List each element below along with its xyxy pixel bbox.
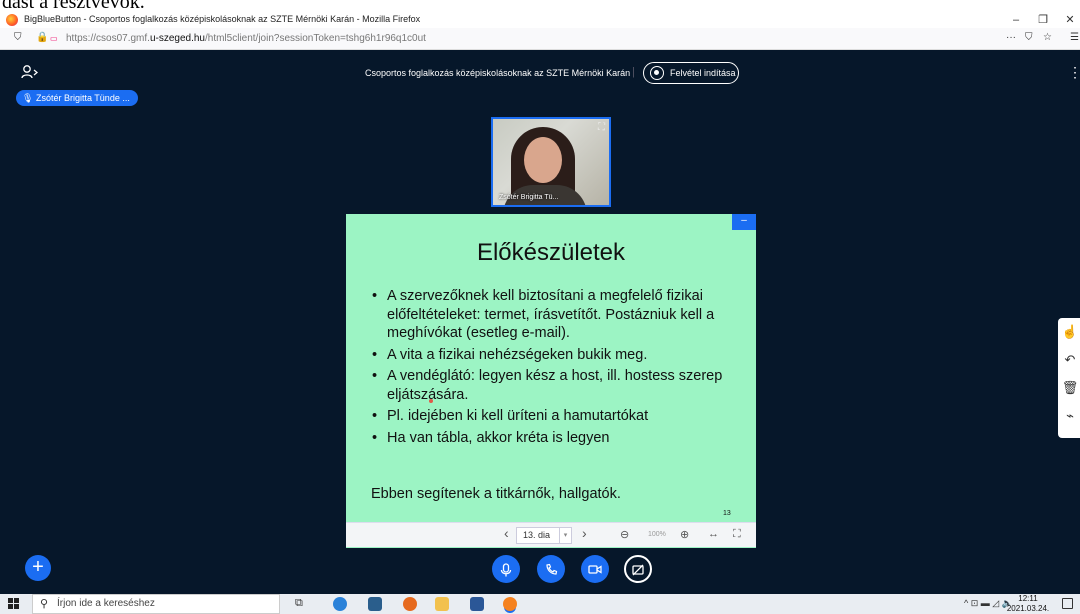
search-placeholder: Írjon ide a kereséshez: [57, 598, 155, 609]
phone-icon: [545, 564, 557, 575]
zoom-level: 100%: [648, 531, 666, 538]
camera-icon: [588, 565, 602, 574]
permission-icon[interactable]: ▭: [50, 34, 58, 43]
word-icon[interactable]: [470, 597, 484, 611]
start-recording-button[interactable]: Felvétel indítása: [643, 62, 739, 84]
zoom-in-button[interactable]: ⊕: [680, 528, 689, 541]
address-bar[interactable]: ⛉ 🔒 ▭ https://csos07.gmf.u-szeged.hu/htm…: [0, 28, 1080, 50]
zoom-out-button[interactable]: ⊖: [620, 528, 629, 541]
presenter-pointer: [429, 399, 433, 403]
clock-date: 2021.03.24.: [1006, 604, 1050, 613]
window-title: BigBlueButton - Csoportos foglalkozás kö…: [24, 14, 421, 24]
slide-footer-text: Ebben segítenek a titkárnők, hallgatók.: [371, 486, 621, 502]
windows-taskbar: ⚲ Írjon ide a kereséshez ⧉ ^ ⊡ ▬ ◿ 🔈 12:…: [0, 594, 1080, 614]
next-slide-button[interactable]: ›: [582, 525, 587, 541]
actions-plus-button[interactable]: +: [25, 555, 51, 581]
share-webcam-button[interactable]: [581, 555, 609, 583]
meeting-title: Csoportos foglalkozás középiskolásoknak …: [365, 68, 631, 78]
slide-bullet: A vendéglátó: legyen kész a host, ill. h…: [371, 367, 751, 404]
title-separator: |: [632, 66, 635, 78]
edge-icon[interactable]: [333, 597, 347, 611]
microphone-icon: [500, 563, 512, 577]
presentation-area[interactable]: – Előkészületek A szervezőknek kell bizt…: [346, 214, 756, 548]
store-icon[interactable]: [368, 597, 382, 611]
minimize-presentation-button[interactable]: –: [732, 214, 756, 230]
screenshare-off-icon: [632, 564, 644, 576]
search-icon: ⚲: [40, 598, 49, 610]
mic-icon: 🎙: [22, 93, 34, 103]
mute-microphone-button[interactable]: [492, 555, 520, 583]
undo-icon[interactable]: ↶: [1060, 350, 1080, 370]
record-label: Felvétel indítása: [670, 68, 736, 78]
options-menu-button[interactable]: ⋮: [1068, 64, 1080, 81]
app-icon[interactable]: [403, 597, 417, 611]
slide-select-dropdown[interactable]: 13. dia ▾: [516, 527, 572, 544]
close-window-button[interactable]: ✕: [1055, 12, 1080, 28]
user-list-toggle-button[interactable]: [20, 63, 42, 83]
caption-text: dást a résztvevők.: [2, 0, 145, 12]
url-text[interactable]: https://csos07.gmf.u-szeged.hu/html5clie…: [66, 33, 426, 44]
slide-bullet: Ha van tábla, akkor kréta is legyen: [371, 429, 751, 448]
webcam-face: [524, 137, 562, 183]
webcam-fullscreen-icon[interactable]: ⛶: [598, 122, 605, 133]
firefox-icon: [6, 14, 18, 26]
slide-number: 13: [723, 510, 731, 517]
bookmark-star-icon[interactable]: ☆: [1043, 32, 1052, 43]
speaker-name: Zsótér Brigitta Tünde ...: [35, 93, 130, 103]
talking-indicator[interactable]: 🎙 Zsótér Brigitta Tünde ...: [16, 90, 138, 106]
share-screen-button[interactable]: [624, 555, 652, 583]
taskbar-search-input[interactable]: ⚲ Írjon ide a kereséshez: [32, 594, 280, 614]
pocket-icon[interactable]: ⛉: [1025, 32, 1033, 43]
notification-center-icon[interactable]: [1062, 598, 1073, 609]
document-caption-strip: dást a résztvevők.: [0, 0, 1080, 12]
hamburger-menu-icon[interactable]: ☰: [1070, 32, 1079, 43]
slide-bullet-list: A szervezőknek kell biztosítani a megfel…: [371, 287, 751, 450]
slide-bullet: A vita a fizikai nehézségeken bukik meg.: [371, 346, 751, 365]
taskbar-clock[interactable]: 12:11 2021.03.24.: [1004, 594, 1052, 614]
bbb-app: 🎙 Zsótér Brigitta Tünde ... Csoportos fo…: [0, 50, 1080, 594]
firefox-taskbar-icon[interactable]: [503, 597, 517, 611]
webcam-video[interactable]: ⛶ Zsótér Brigitta Tü...: [491, 117, 611, 207]
maximize-window-button[interactable]: ❐: [1028, 12, 1058, 28]
hand-tool-icon[interactable]: ☝: [1060, 322, 1080, 342]
clock-time: 12:11: [1018, 594, 1038, 603]
slide-bullet: A szervezőknek kell biztosítani a megfel…: [371, 287, 751, 343]
presentation-toolbar: ‹ 13. dia ▾ › ⊖ 100% ⊕ ↔ ⛶: [346, 522, 756, 547]
leave-audio-button[interactable]: [537, 555, 565, 583]
whiteboard-toolbar: ☝ ↶ 🗑 ⌁: [1058, 318, 1080, 438]
previous-slide-button[interactable]: ‹: [504, 525, 509, 541]
file-explorer-icon[interactable]: [435, 597, 449, 611]
page-actions-icon[interactable]: ···: [1006, 32, 1016, 43]
chevron-down-icon: ▾: [559, 528, 571, 543]
task-view-icon[interactable]: ⧉: [295, 597, 303, 610]
webcam-user-name: Zsótér Brigitta Tü...: [499, 194, 559, 201]
window-titlebar: BigBlueButton - Csoportos foglalkozás kö…: [0, 12, 1080, 28]
tracking-shield-icon[interactable]: ⛉: [14, 32, 22, 43]
current-slide-label: 13. dia: [523, 530, 551, 540]
user-list-icon: [21, 65, 39, 79]
trash-icon[interactable]: 🗑: [1060, 378, 1080, 398]
slide-bullet: Pl. idejében ki kell üríteni a hamutartó…: [371, 407, 751, 426]
minimize-window-button[interactable]: –: [1001, 12, 1031, 28]
fullscreen-button[interactable]: ⛶: [733, 528, 741, 541]
record-icon: [650, 66, 664, 80]
slide-title: Előkészületek: [476, 239, 626, 266]
fit-width-button[interactable]: ↔: [708, 528, 719, 540]
multi-user-whiteboard-icon[interactable]: ⌁: [1060, 406, 1080, 426]
lock-icon[interactable]: 🔒: [36, 32, 48, 43]
windows-start-button[interactable]: [8, 598, 20, 610]
